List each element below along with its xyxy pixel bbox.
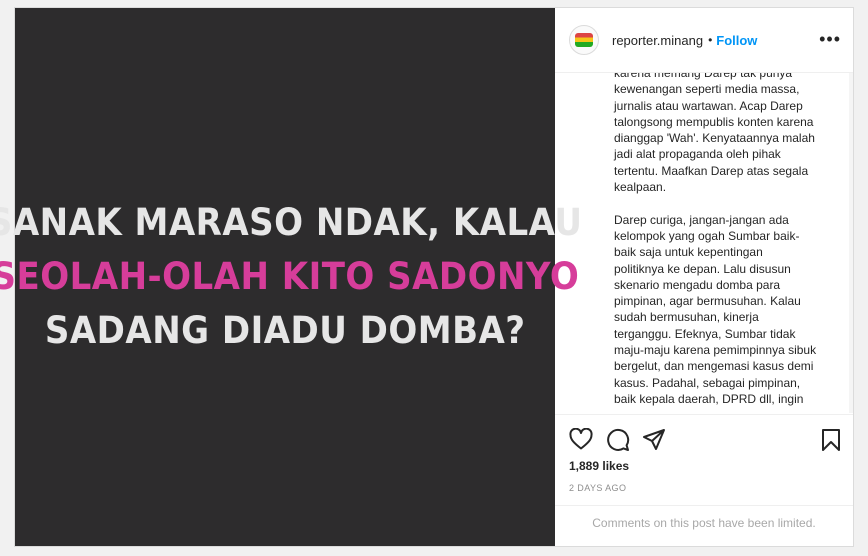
- post-image: SANAK MARASO NDAK, KALAU SEOLAH-OLAH KIT…: [0, 8, 582, 546]
- caption-text: karena memang Darep tak punya kewenangan…: [614, 73, 817, 406]
- caption-scrollbar[interactable]: [849, 73, 853, 413]
- instagram-post: SANAK MARASO NDAK, KALAU SEOLAH-OLAH KIT…: [0, 7, 854, 547]
- post-header: reporter.minang • Follow •••: [555, 8, 853, 73]
- share-icon[interactable]: [642, 428, 666, 452]
- divider: [555, 414, 853, 415]
- heart-icon[interactable]: [569, 428, 593, 450]
- likes-count[interactable]: 1,889 likes: [569, 459, 629, 473]
- divider: [555, 505, 853, 506]
- image-text-line-3: SADANG DIADU DOMBA?: [44, 309, 526, 352]
- post-sidebar: reporter.minang • Follow ••• karena mema…: [555, 8, 853, 546]
- post-date[interactable]: 2 DAYS AGO: [569, 483, 626, 493]
- avatar[interactable]: [569, 25, 599, 55]
- avatar-logo: [575, 33, 593, 47]
- image-text-line-2: SEOLAH-OLAH KITO SADONYO: [0, 255, 579, 298]
- bookmark-icon[interactable]: [821, 428, 841, 452]
- comment-icon[interactable]: [606, 428, 630, 452]
- caption-area[interactable]: karena memang Darep tak punya kewenangan…: [555, 73, 853, 413]
- username-link[interactable]: reporter.minang: [612, 33, 703, 48]
- image-text-line-1: SANAK MARASO NDAK, KALAU: [0, 201, 583, 244]
- action-bar: [569, 428, 841, 454]
- separator-dot: •: [708, 33, 713, 47]
- more-options-icon[interactable]: •••: [819, 30, 841, 48]
- comments-limited-notice: Comments on this post have been limited.: [592, 516, 816, 530]
- follow-button[interactable]: Follow: [716, 33, 757, 48]
